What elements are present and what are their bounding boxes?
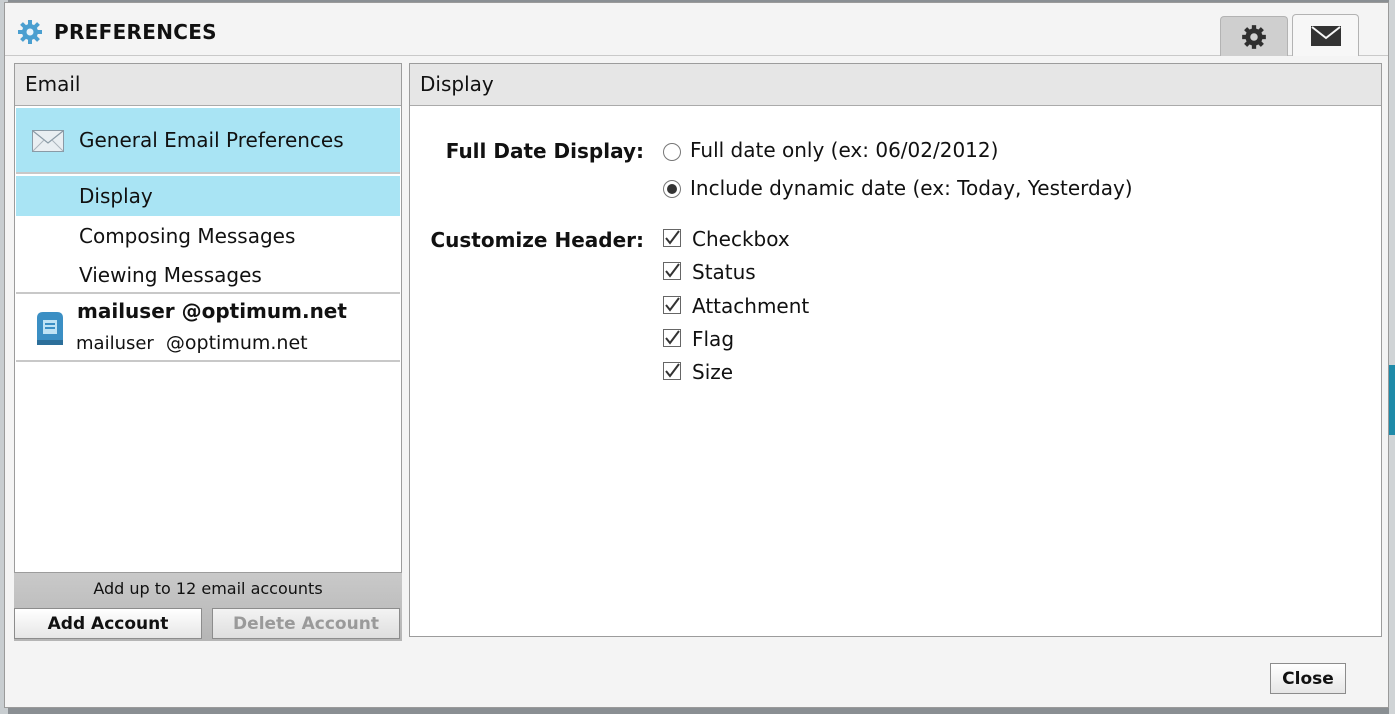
sidebar-item-display[interactable]: Display (16, 176, 400, 216)
accounts-footer: Add up to 12 email accounts Add Account … (14, 573, 402, 641)
tab-email[interactable] (1292, 14, 1359, 56)
checkbox-attachment[interactable] (663, 296, 681, 314)
delete-account-button[interactable]: Delete Account (212, 608, 400, 639)
header-option-size: Size (692, 360, 734, 384)
account-user: mailuser (76, 333, 154, 354)
checkbox-checkbox[interactable] (663, 229, 681, 247)
option-full-date-only: Full date only (ex: 06/02/2012) (690, 138, 999, 162)
account-item[interactable]: mailuser @optimum.net mailuser @optimum.… (16, 292, 400, 362)
add-account-button[interactable]: Add Account (14, 608, 202, 639)
dialog-title: PREFERENCES (54, 20, 217, 44)
tab-settings[interactable] (1220, 16, 1288, 56)
checkbox-flag[interactable] (663, 329, 681, 347)
gear-icon (18, 20, 42, 44)
radio-full-date-only[interactable] (663, 143, 681, 161)
account-domain: @optimum.net (165, 332, 308, 354)
background-page-right (1389, 0, 1395, 714)
title-bar: PREFERENCES (5, 3, 1388, 56)
gear-icon (1242, 24, 1266, 49)
left-panel-header: Email (15, 64, 401, 106)
email-accounts-panel: Email General Email Preferences Display … (14, 63, 402, 573)
account-address: mailuser @optimum.net (76, 332, 308, 354)
header-option-flag: Flag (692, 327, 735, 351)
accounts-limit-note: Add up to 12 email accounts (93, 579, 323, 598)
general-email-preferences-item[interactable]: General Email Preferences (16, 108, 400, 174)
close-button[interactable]: Close (1270, 663, 1346, 694)
mailbox-icon (37, 312, 63, 345)
general-email-preferences-label: General Email Preferences (79, 128, 344, 152)
header-option-status: Status (692, 260, 756, 284)
header-option-checkbox: Checkbox (692, 227, 790, 251)
sidebar-item-viewing-messages[interactable]: Viewing Messages (16, 255, 400, 295)
radio-include-dynamic-date[interactable] (663, 180, 681, 198)
preferences-dialog: PREFERENCES Email General Email Preferen… (4, 2, 1389, 708)
sidebar-item-composing-messages[interactable]: Composing Messages (16, 216, 400, 256)
customize-header-label: Customize Header: (430, 228, 644, 252)
right-panel-header: Display (410, 64, 1381, 106)
checkbox-status[interactable] (663, 262, 681, 280)
account-name: mailuser @optimum.net (77, 299, 347, 323)
option-include-dynamic-date: Include dynamic date (ex: Today, Yesterd… (690, 176, 1133, 200)
header-option-attachment: Attachment (692, 294, 810, 318)
envelope-icon (32, 130, 64, 152)
background-accent (1389, 365, 1395, 435)
display-settings-panel: Display Full Date Display: Full date onl… (409, 63, 1382, 637)
checkbox-size[interactable] (663, 362, 681, 380)
mail-icon (1310, 25, 1341, 46)
full-date-display-label: Full Date Display: (445, 139, 644, 163)
